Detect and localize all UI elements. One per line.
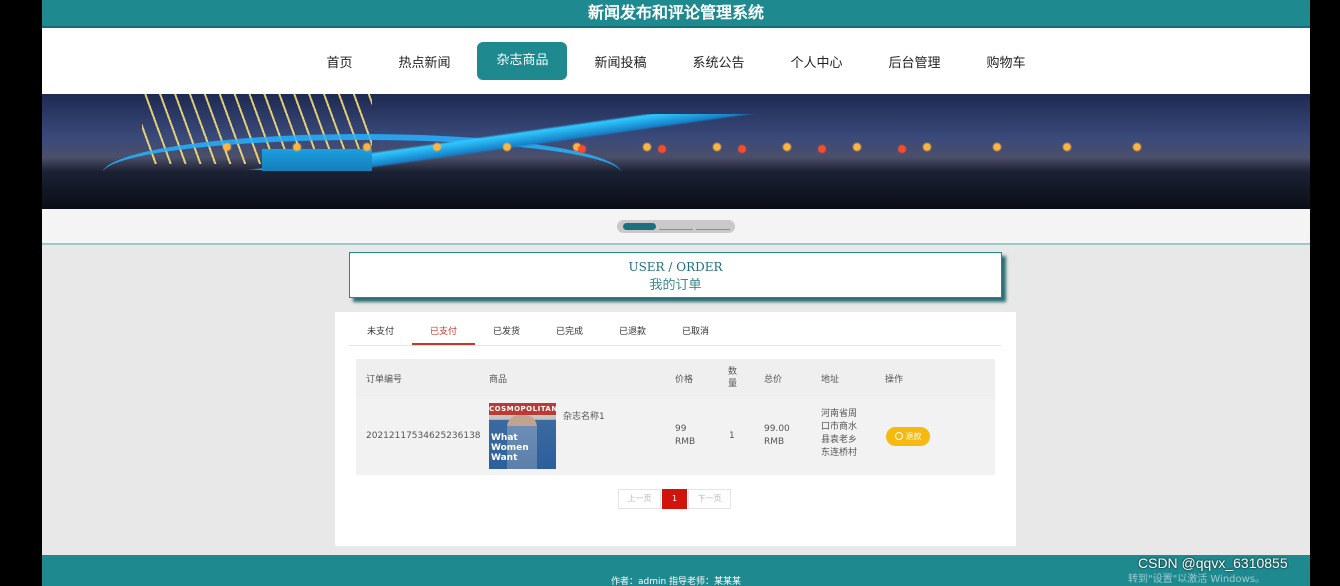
river-water bbox=[42, 171, 1310, 209]
nav-news-submit[interactable]: 新闻投稿 bbox=[575, 42, 665, 81]
footer: 作者：admin 指导老师：某某某 bbox=[42, 555, 1310, 586]
total-price: 99.00 RMB bbox=[764, 424, 790, 447]
nav-announcements[interactable]: 系统公告 bbox=[674, 42, 764, 81]
refund-label: 退款 bbox=[905, 432, 922, 441]
price: 99 RMB bbox=[675, 424, 696, 447]
carousel-indicator-strip bbox=[42, 209, 1310, 245]
windows-activate-hint: 转到"设置"以激活 Windows。 bbox=[1128, 574, 1266, 585]
nav-magazine-goods[interactable]: 杂志商品 bbox=[477, 42, 568, 80]
nav-home[interactable]: 首页 bbox=[307, 42, 371, 81]
cover-headline: What Women Want bbox=[491, 433, 529, 463]
order-heading-box: USER / ORDER 我的订单 bbox=[349, 252, 1002, 298]
nav-admin[interactable]: 后台管理 bbox=[870, 42, 960, 81]
browser-page: 新闻发布和评论管理系统 首页 热点新闻 杂志商品 新闻投稿 系统公告 个人中心 … bbox=[42, 0, 1310, 586]
refund-icon bbox=[894, 432, 903, 440]
main-nav: 首页 热点新闻 杂志商品 新闻投稿 系统公告 个人中心 后台管理 购物车 bbox=[42, 28, 1310, 94]
banner-image bbox=[42, 94, 1310, 209]
quantity: 1 bbox=[729, 431, 735, 441]
cover-masthead: COSMOPOLITAN bbox=[489, 403, 556, 415]
order-heading-en: USER / ORDER bbox=[628, 260, 723, 274]
col-action: 操作 bbox=[885, 375, 904, 385]
col-address: 地址 bbox=[821, 375, 840, 385]
pagination: 上一页 1 下一页 bbox=[618, 489, 731, 509]
col-price: 价格 bbox=[675, 375, 694, 385]
tab-shipped[interactable]: 已发货 bbox=[475, 320, 538, 345]
col-quantity: 数 量 bbox=[728, 367, 738, 389]
prev-page-button[interactable]: 上一页 bbox=[618, 489, 661, 509]
order-status-tabs: 未支付 已支付 已发货 已完成 已退款 已取消 bbox=[349, 320, 1001, 346]
tab-cancelled[interactable]: 已取消 bbox=[664, 320, 727, 345]
carousel-dots bbox=[617, 219, 735, 233]
tab-paid[interactable]: 已支付 bbox=[412, 320, 475, 345]
refund-button[interactable]: 退款 bbox=[886, 427, 930, 446]
orders-panel: 未支付 已支付 已发货 已完成 已退款 已取消 订单编号 商品 价格 数 量 总… bbox=[335, 312, 1016, 546]
order-heading-cn: 我的订单 bbox=[649, 278, 702, 293]
nav-personal-center[interactable]: 个人中心 bbox=[772, 42, 862, 81]
next-page-button[interactable]: 下一页 bbox=[688, 489, 731, 509]
magazine-cover-image[interactable]: COSMOPOLITAN What Women Want bbox=[489, 403, 556, 469]
carousel-dot-2[interactable] bbox=[659, 228, 693, 230]
tab-completed[interactable]: 已完成 bbox=[538, 320, 601, 345]
col-product: 商品 bbox=[489, 375, 508, 385]
col-order-no: 订单编号 bbox=[366, 375, 403, 385]
nav-cart[interactable]: 购物车 bbox=[968, 42, 1045, 81]
table-row: 20212117534625236138 COSMOPOLITAN What Wo… bbox=[356, 399, 995, 475]
carousel-dot-1[interactable] bbox=[623, 222, 656, 230]
order-number: 20212117534625236138 bbox=[366, 431, 481, 441]
tab-refunded[interactable]: 已退款 bbox=[601, 320, 664, 345]
csdn-watermark: CSDN @qqvx_6310855 bbox=[1138, 555, 1288, 571]
orders-table: 订单编号 商品 价格 数 量 总价 地址 操作 2021211753462523… bbox=[356, 359, 995, 475]
product-name[interactable]: 杂志名称1 bbox=[563, 409, 605, 422]
address: 河南省周 口市商水 县袁老乡 东连桥村 bbox=[821, 409, 858, 458]
page-1-button[interactable]: 1 bbox=[662, 489, 687, 509]
red-lights bbox=[542, 139, 922, 159]
carousel-dot-3[interactable] bbox=[696, 228, 730, 230]
tab-unpaid[interactable]: 未支付 bbox=[349, 320, 412, 345]
site-title: 新闻发布和评论管理系统 bbox=[42, 0, 1310, 28]
nav-hot-news[interactable]: 热点新闻 bbox=[379, 42, 469, 81]
col-total: 总价 bbox=[764, 375, 783, 385]
